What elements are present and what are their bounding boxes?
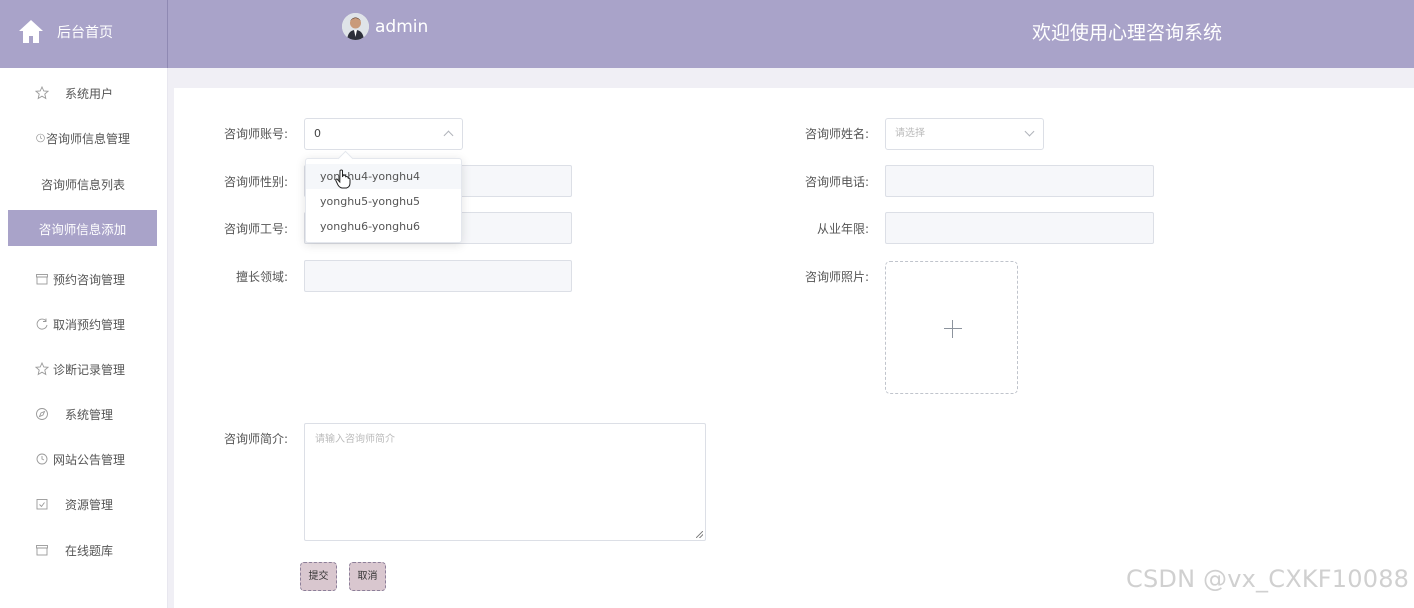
- sidebar-item-appointment-manage[interactable]: 预约咨询管理: [0, 264, 168, 294]
- years-field[interactable]: [885, 212, 1154, 244]
- welcome-title: 欢迎使用心理咨询系统: [1032, 22, 1223, 44]
- chevron-up-icon: [443, 130, 454, 141]
- account-select-value: 0: [314, 127, 321, 140]
- phone-label: 咨询师电话:: [804, 175, 869, 189]
- home-icon: [19, 20, 43, 43]
- cancel-button[interactable]: 取消: [349, 562, 386, 591]
- photo-label: 咨询师照片:: [804, 270, 869, 284]
- name-select[interactable]: 请选择: [885, 118, 1044, 150]
- specialty-field[interactable]: [304, 260, 572, 292]
- watermark: CSDN @vx_CXKF10088: [1126, 565, 1410, 593]
- dropdown-option[interactable]: yonghu4-yonghu4: [306, 164, 461, 189]
- clock-icon: [36, 133, 45, 143]
- gender-label: 咨询师性别:: [223, 175, 288, 189]
- intro-placeholder: 请输入咨询师简介: [315, 434, 395, 445]
- sidebar-item-diagnosis-records[interactable]: 诊断记录管理: [0, 354, 168, 384]
- hand-cursor-icon: [335, 169, 351, 189]
- sidebar-item-system-manage[interactable]: 系统管理: [0, 399, 168, 429]
- photo-uploader[interactable]: [885, 261, 1018, 394]
- intro-textarea[interactable]: 请输入咨询师简介: [304, 423, 706, 541]
- compass-icon: [36, 408, 48, 420]
- avatar: [342, 13, 369, 40]
- user-name: admin: [375, 16, 429, 37]
- account-select[interactable]: 0: [304, 118, 463, 150]
- star-icon: [35, 86, 49, 100]
- star-icon: [35, 362, 49, 376]
- sidebar-item-cancel-appointment[interactable]: 取消预约管理: [0, 309, 168, 339]
- sidebar: 系统用户 咨询师信息管理 咨询师信息列表 咨询师信息添加 预约咨询管理 取消预约…: [0, 68, 168, 608]
- sidebar-item-counselor-list[interactable]: 咨询师信息列表: [0, 169, 168, 199]
- sidebar-item-counselor-add[interactable]: 咨询师信息添加: [8, 210, 157, 246]
- box-icon: [36, 274, 48, 285]
- top-header: 后台首页 admin 欢迎使用心理咨询系统: [0, 0, 1414, 68]
- dropdown-option[interactable]: yonghu5-yonghu5: [306, 189, 461, 214]
- name-select-placeholder: 请选择: [895, 128, 925, 139]
- sidebar-item-counselor-manage[interactable]: 咨询师信息管理: [0, 123, 168, 153]
- submit-button[interactable]: 提交: [300, 562, 337, 591]
- sidebar-item-system-users[interactable]: 系统用户: [0, 78, 168, 108]
- sidebar-item-announcement-manage[interactable]: 网站公告管理: [0, 444, 168, 474]
- calendar-check-icon: [36, 499, 48, 510]
- user-info[interactable]: admin: [342, 13, 428, 40]
- resize-grip-icon[interactable]: [696, 531, 703, 538]
- box-icon: [36, 545, 48, 556]
- sidebar-item-question-bank[interactable]: 在线题库: [0, 535, 168, 565]
- refresh-icon: [36, 318, 48, 330]
- home-label: 后台首页: [57, 25, 113, 41]
- sidebar-item-resource-manage[interactable]: 资源管理: [0, 489, 168, 519]
- name-label: 咨询师姓名:: [804, 127, 869, 141]
- intro-label: 咨询师简介:: [223, 432, 288, 446]
- home-link[interactable]: 后台首页: [0, 0, 168, 68]
- specialty-label: 擅长领域:: [235, 270, 288, 284]
- years-label: 从业年限:: [816, 222, 869, 236]
- account-label: 咨询师账号:: [223, 127, 288, 141]
- chevron-down-icon: [1024, 126, 1035, 137]
- id-label: 咨询师工号:: [223, 222, 288, 236]
- phone-field[interactable]: [885, 165, 1154, 197]
- account-dropdown: yonghu4-yonghu4 yonghu5-yonghu5 yonghu6-…: [305, 158, 462, 243]
- dropdown-option[interactable]: yonghu6-yonghu6: [306, 214, 461, 239]
- clock-icon: [36, 453, 48, 465]
